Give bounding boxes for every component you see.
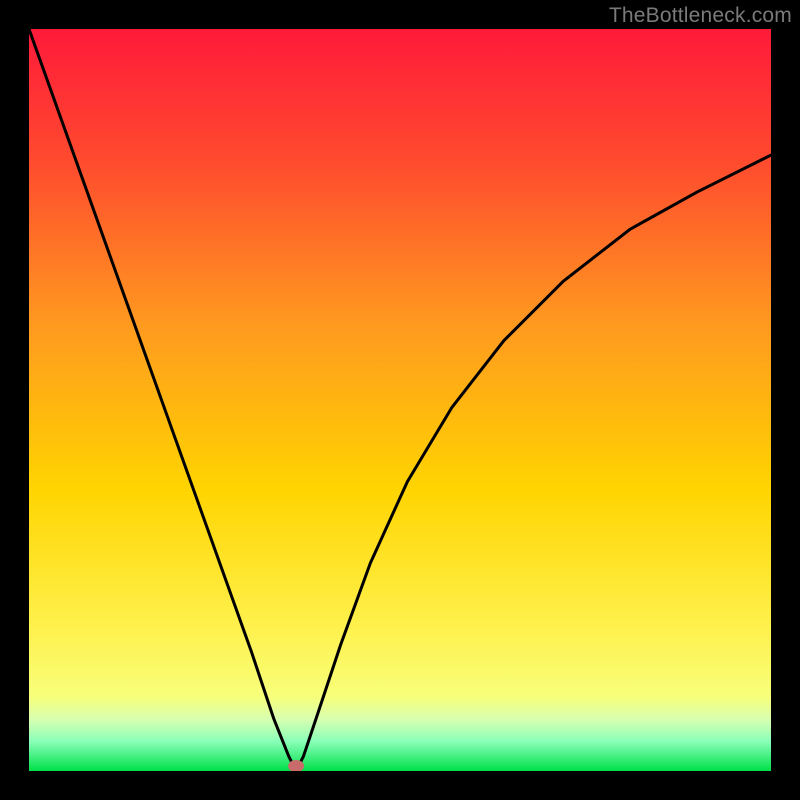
watermark-text: TheBottleneck.com bbox=[609, 4, 792, 28]
chart-frame bbox=[29, 29, 771, 771]
chart-svg bbox=[29, 29, 771, 771]
chart-background bbox=[29, 29, 771, 771]
